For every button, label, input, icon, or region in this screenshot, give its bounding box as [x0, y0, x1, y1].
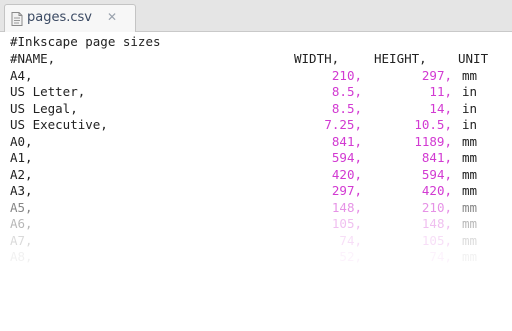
table-row: A7, 74, 105, mm [10, 233, 477, 250]
header-unit: UNIT [458, 51, 489, 66]
row-width: 297, [331, 183, 362, 198]
row-width: 52, [339, 249, 362, 264]
row-width: 841, [331, 134, 362, 149]
row-width: 74, [339, 233, 362, 248]
row-height: 14, [429, 101, 452, 116]
table-row: A5, 148, 210, mm [10, 200, 477, 217]
editor-line: #Inkscape page sizes [10, 34, 161, 51]
comment-text: #Inkscape page sizes [10, 34, 161, 49]
row-height: 420, [421, 183, 452, 198]
row-unit: in [462, 117, 478, 132]
row-name: US Executive, [10, 117, 108, 132]
row-width: 105, [331, 216, 362, 231]
row-width: 8.5, [331, 84, 362, 99]
tab-pages-csv[interactable]: pages.csv ✕ [4, 4, 136, 32]
header-height: HEIGHT, [374, 51, 427, 66]
row-name: A4, [10, 68, 33, 83]
row-width: 7.25, [324, 117, 362, 132]
row-height: 297, [421, 68, 452, 83]
table-row: A3, 297, 420, mm [10, 183, 477, 200]
row-height: 1189, [414, 134, 452, 149]
row-unit: mm [462, 150, 478, 165]
header-name: #NAME, [10, 51, 56, 66]
row-height: 105, [421, 233, 452, 248]
row-unit: mm [462, 249, 478, 264]
row-name: A7, [10, 233, 33, 248]
row-width: 420, [331, 167, 362, 182]
row-height: 594, [421, 167, 452, 182]
text-file-icon [11, 12, 23, 26]
row-name: A5, [10, 200, 33, 215]
row-unit: mm [462, 134, 478, 149]
row-width: 8.5, [331, 101, 362, 116]
table-row: A4, 210, 297, mm [10, 68, 477, 85]
row-name: US Letter, [10, 84, 86, 99]
row-unit: in [462, 84, 478, 99]
row-height: 11, [429, 84, 452, 99]
row-height: 148, [421, 216, 452, 231]
close-icon[interactable]: ✕ [106, 10, 118, 24]
row-unit: mm [462, 233, 478, 248]
table-row: A1, 594, 841, mm [10, 150, 477, 167]
row-name: A8, [10, 249, 33, 264]
row-unit: mm [462, 68, 478, 83]
row-unit: in [462, 101, 478, 116]
editor-line: #NAME, WIDTH, HEIGHT, UNIT [10, 51, 488, 68]
table-row: US Letter, 8.5, 11, in [10, 84, 477, 101]
row-name: US Legal, [10, 101, 78, 116]
table-row: US Legal, 8.5, 14, in [10, 101, 477, 118]
row-width: 148, [331, 200, 362, 215]
row-unit: mm [462, 200, 478, 215]
row-name: A6, [10, 216, 33, 231]
row-unit: mm [462, 183, 478, 198]
row-unit: mm [462, 216, 478, 231]
tab-label: pages.csv [27, 10, 92, 25]
row-height: 10.5, [414, 117, 452, 132]
table-row: US Executive, 7.25, 10.5, in [10, 117, 477, 134]
row-width: 210, [331, 68, 362, 83]
table-row: A8, 52, 74, mm [10, 249, 477, 266]
row-name: A0, [10, 134, 33, 149]
row-name: A2, [10, 167, 33, 182]
row-name: A1, [10, 150, 33, 165]
tab-bar: pages.csv ✕ [0, 0, 512, 32]
table-row: A2, 420, 594, mm [10, 167, 477, 184]
row-unit: mm [462, 167, 478, 182]
row-width: 594, [331, 150, 362, 165]
header-width: WIDTH, [294, 51, 340, 66]
table-row: A6, 105, 148, mm [10, 216, 477, 233]
row-height: 74, [429, 249, 452, 264]
table-row: A0, 841, 1189, mm [10, 134, 477, 151]
editor-window: pages.csv ✕ #Inkscape page sizes #NAME, … [0, 0, 512, 331]
text-editor[interactable]: #Inkscape page sizes #NAME, WIDTH, HEIGH… [0, 32, 512, 331]
row-height: 841, [421, 150, 452, 165]
row-name: A3, [10, 183, 33, 198]
row-height: 210, [421, 200, 452, 215]
